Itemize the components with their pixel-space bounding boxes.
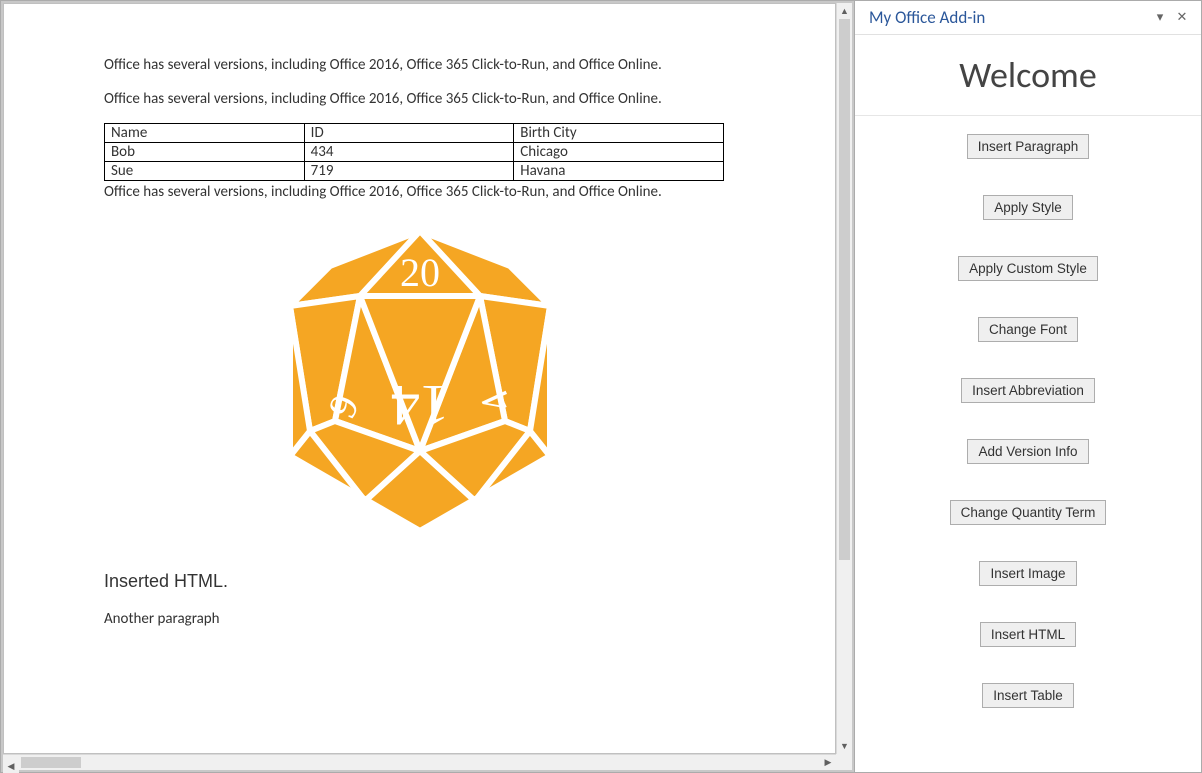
taskpane-title: My Office Add-in xyxy=(869,7,1149,28)
table-header-cell[interactable]: Birth City xyxy=(514,124,724,143)
vertical-scrollbar[interactable]: ▲ ▼ xyxy=(836,3,852,754)
apply-style-button[interactable]: Apply Style xyxy=(983,195,1073,220)
inserted-html-heading[interactable]: Inserted HTML. xyxy=(104,571,735,592)
d20-dice-icon: 20 14 6 4 xyxy=(270,221,570,541)
change-quantity-term-button[interactable]: Change Quantity Term xyxy=(950,500,1107,525)
taskpane-header: My Office Add-in ▾ ✕ xyxy=(855,1,1201,35)
paragraph-text[interactable]: Office has several versions, including O… xyxy=(104,56,735,76)
table-cell[interactable]: Chicago xyxy=(514,143,724,162)
table-row: Name ID Birth City xyxy=(105,124,724,143)
table-cell[interactable]: Sue xyxy=(105,162,305,181)
change-font-button[interactable]: Change Font xyxy=(978,317,1078,342)
taskpane-menu-button[interactable]: ▾ xyxy=(1149,7,1171,29)
paragraph-text[interactable]: Another paragraph xyxy=(104,610,735,628)
document-page[interactable]: Office has several versions, including O… xyxy=(3,3,836,754)
scroll-corner xyxy=(836,754,852,770)
close-icon[interactable]: ✕ xyxy=(1171,7,1193,29)
paragraph-text[interactable]: Office has several versions, including O… xyxy=(104,90,735,110)
scroll-down-arrow-icon[interactable]: ▼ xyxy=(837,738,852,754)
table-cell[interactable]: Bob xyxy=(105,143,305,162)
svg-text:20: 20 xyxy=(400,250,440,295)
horizontal-scrollbar[interactable]: ◀ ▶ xyxy=(3,754,836,770)
add-version-info-button[interactable]: Add Version Info xyxy=(967,439,1088,464)
table-cell[interactable]: 719 xyxy=(304,162,514,181)
table-row: Sue 719 Havana xyxy=(105,162,724,181)
table-cell[interactable]: Havana xyxy=(514,162,724,181)
welcome-heading: Welcome xyxy=(959,53,1096,97)
scrollbar-thumb[interactable] xyxy=(21,757,81,768)
table-header-cell[interactable]: ID xyxy=(304,124,514,143)
table-cell[interactable]: 434 xyxy=(304,143,514,162)
scrollbar-thumb[interactable] xyxy=(839,19,850,560)
insert-table-button[interactable]: Insert Table xyxy=(982,683,1074,708)
document-area: Office has several versions, including O… xyxy=(0,0,854,773)
insert-paragraph-button[interactable]: Insert Paragraph xyxy=(967,134,1090,159)
apply-custom-style-button[interactable]: Apply Custom Style xyxy=(958,256,1098,281)
scroll-up-arrow-icon[interactable]: ▲ xyxy=(837,3,852,19)
svg-text:14: 14 xyxy=(391,373,449,438)
insert-image-button[interactable]: Insert Image xyxy=(979,561,1076,586)
insert-html-button[interactable]: Insert HTML xyxy=(980,622,1076,647)
inserted-image[interactable]: 20 14 6 4 xyxy=(104,221,735,541)
task-pane: My Office Add-in ▾ ✕ Welcome Insert Para… xyxy=(854,0,1202,773)
paragraph-text[interactable]: Office has several versions, including O… xyxy=(104,183,735,203)
insert-abbreviation-button[interactable]: Insert Abbreviation xyxy=(961,378,1095,403)
table-row: Bob 434 Chicago xyxy=(105,143,724,162)
data-table[interactable]: Name ID Birth City Bob 434 Chicago Sue 7… xyxy=(104,123,724,181)
scroll-left-arrow-icon[interactable]: ◀ xyxy=(3,759,19,773)
table-header-cell[interactable]: Name xyxy=(105,124,305,143)
scroll-right-arrow-icon[interactable]: ▶ xyxy=(820,755,836,770)
